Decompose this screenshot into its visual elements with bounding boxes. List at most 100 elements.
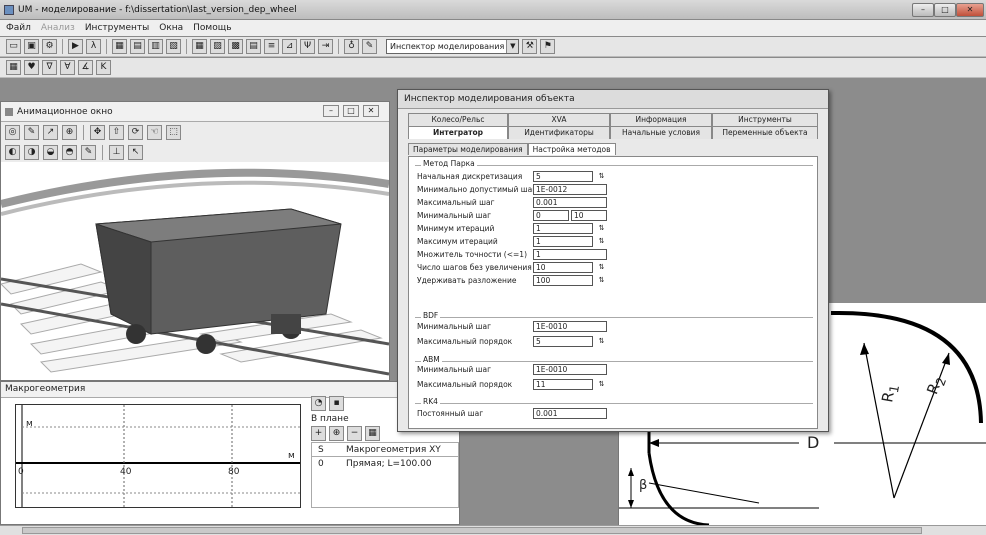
kinematics-icon[interactable]: K xyxy=(96,60,111,75)
min-step-input[interactable]: 0 xyxy=(533,210,569,221)
tab-information[interactable]: Информация xyxy=(610,113,712,126)
step-icon[interactable]: λ xyxy=(86,39,101,54)
macrogeometry-plot[interactable]: м м 0 40 80 xyxy=(15,404,301,508)
accuracy-multiplier-input[interactable]: 1 xyxy=(533,249,607,260)
tab-initial-conditions[interactable]: Начальные условия xyxy=(610,126,712,139)
tab-wheel-rail[interactable]: Колесо/Рельс xyxy=(408,113,508,126)
maximize-button[interactable]: □ xyxy=(934,3,956,17)
calc-icon[interactable]: ♁ xyxy=(344,39,359,54)
measure-icon[interactable]: ↖ xyxy=(128,144,143,160)
tab-identifiers[interactable]: Идентификаторы xyxy=(508,126,610,139)
pan-icon[interactable]: ☜ xyxy=(147,124,162,140)
play-icon[interactable]: ▶ xyxy=(68,39,83,54)
min-allowed-step-input[interactable]: 1E-0012 xyxy=(533,184,607,195)
grid-icon[interactable]: ▦ xyxy=(6,60,21,75)
angle-icon[interactable]: ∡ xyxy=(78,60,93,75)
initial-discretization-input[interactable]: 5 xyxy=(533,171,593,182)
tab-tools[interactable]: Инструменты xyxy=(712,113,818,126)
view-front-icon[interactable]: ◐ xyxy=(5,144,20,160)
axes-icon[interactable]: ⊥ xyxy=(109,144,124,160)
save-icon[interactable]: ▣ xyxy=(24,39,39,54)
table-icon[interactable]: ▦ xyxy=(192,39,207,54)
abm-min-step-input[interactable]: 1E-0010 xyxy=(533,364,607,375)
subtab-method-settings[interactable]: Настройка методов xyxy=(527,143,616,155)
window-list-icon[interactable]: ▧ xyxy=(166,39,181,54)
add-icon[interactable]: + xyxy=(311,426,326,441)
heart-icon[interactable]: ♥ xyxy=(24,60,39,75)
scrollbar-thumb[interactable] xyxy=(22,527,922,534)
wrench-icon[interactable]: ✎ xyxy=(362,39,377,54)
rotate-icon[interactable]: ⟳ xyxy=(128,124,143,140)
open-icon[interactable]: ◔ xyxy=(311,396,326,411)
open-icon[interactable]: ▭ xyxy=(6,39,21,54)
spin-icon[interactable]: ⇅ xyxy=(597,236,606,247)
chevron-down-icon[interactable]: ▼ xyxy=(506,40,519,53)
rk4-constant-step-input[interactable]: 0.001 xyxy=(533,408,607,419)
spin-icon[interactable]: ⇅ xyxy=(597,336,606,347)
chart-icon[interactable]: ⊿ xyxy=(282,39,297,54)
nabla-icon[interactable]: ∇ xyxy=(42,60,57,75)
close-button[interactable]: ✕ xyxy=(956,3,984,17)
save-icon[interactable]: ▪ xyxy=(329,396,344,411)
horizontal-scrollbar[interactable] xyxy=(0,525,986,535)
filter-icon[interactable]: Ψ xyxy=(300,39,315,54)
tab-xva[interactable]: XVA xyxy=(508,113,610,126)
spin-icon[interactable]: ⇅ xyxy=(597,262,606,273)
tools-icon[interactable]: ⚑ xyxy=(540,39,556,54)
window-tile-icon[interactable]: ▤ xyxy=(130,39,145,54)
list-icon[interactable]: ≡ xyxy=(264,39,279,54)
column-header: S xyxy=(318,445,324,455)
inspector-combo[interactable]: Инспектор моделирования ▼ xyxy=(386,39,520,54)
settings-icon[interactable]: ⚙ xyxy=(42,39,57,54)
up-icon[interactable]: ⇧ xyxy=(109,124,124,140)
min-iterations-input[interactable]: 1 xyxy=(533,223,593,234)
graph-icon[interactable]: ▨ xyxy=(210,39,225,54)
bdf-max-order-input[interactable]: 5 xyxy=(533,336,593,347)
flag-icon[interactable]: ∀ xyxy=(60,60,75,75)
zoom-icon[interactable]: ⊕ xyxy=(62,124,77,140)
view-top-icon[interactable]: ◒ xyxy=(43,144,58,160)
close-button[interactable]: ✕ xyxy=(363,105,379,117)
max-iterations-input[interactable]: 1 xyxy=(533,236,593,247)
table-row[interactable]: 0 Прямая; L=100.00 xyxy=(312,457,458,471)
select-icon[interactable]: ⬚ xyxy=(166,124,181,140)
camera-icon[interactable]: ◎ xyxy=(5,124,20,140)
menu-windows[interactable]: Окна xyxy=(159,23,183,33)
hold-decomposition-input[interactable]: 100 xyxy=(533,275,593,286)
report-icon[interactable]: ▤ xyxy=(246,39,261,54)
edit-icon[interactable]: ✎ xyxy=(24,124,39,140)
move-icon[interactable]: ✥ xyxy=(90,124,105,140)
menu-help[interactable]: Помощь xyxy=(193,23,231,33)
spin-icon[interactable]: ⇅ xyxy=(597,223,606,234)
tab-integrator[interactable]: Интегратор xyxy=(408,126,508,139)
config-icon[interactable]: ⚒ xyxy=(522,39,538,54)
pointer-icon[interactable]: ↗ xyxy=(43,124,58,140)
spin-icon[interactable]: ⇅ xyxy=(597,379,606,390)
minimize-button[interactable]: – xyxy=(912,3,934,17)
window-cascade-icon[interactable]: ▥ xyxy=(148,39,163,54)
delete-icon[interactable]: − xyxy=(347,426,362,441)
tab-object-variables[interactable]: Переменные объекта xyxy=(712,126,818,139)
insert-icon[interactable]: ⊕ xyxy=(329,426,344,441)
abm-max-order-input[interactable]: 11 xyxy=(533,379,593,390)
menu-tools[interactable]: Инструменты xyxy=(85,23,149,33)
matrix-icon[interactable]: ▩ xyxy=(228,39,243,54)
spin-icon[interactable]: ⇅ xyxy=(597,275,606,286)
window-grid-icon[interactable]: ▦ xyxy=(112,39,127,54)
bdf-min-step-input[interactable]: 1E-0010 xyxy=(533,321,607,332)
table-icon[interactable]: ▦ xyxy=(365,426,380,441)
menu-file[interactable]: Файл xyxy=(6,23,31,33)
view-edit-icon[interactable]: ✎ xyxy=(81,144,96,160)
min-step-input-2[interactable]: 10 xyxy=(571,210,607,221)
animation-scene[interactable] xyxy=(1,164,389,380)
max-step-input[interactable]: 0.001 xyxy=(533,197,607,208)
maximize-button[interactable]: □ xyxy=(343,105,359,117)
view-side-icon[interactable]: ◑ xyxy=(24,144,39,160)
spin-icon[interactable]: ⇅ xyxy=(597,171,606,182)
export-icon[interactable]: ⇥ xyxy=(318,39,333,54)
steps-without-increase-input[interactable]: 10 xyxy=(533,262,593,273)
subtab-simulation-params[interactable]: Параметры моделирования xyxy=(408,143,528,155)
minimize-button[interactable]: – xyxy=(323,105,339,117)
field-label: Максимум итераций xyxy=(417,237,498,246)
view-3d-icon[interactable]: ◓ xyxy=(62,144,77,160)
